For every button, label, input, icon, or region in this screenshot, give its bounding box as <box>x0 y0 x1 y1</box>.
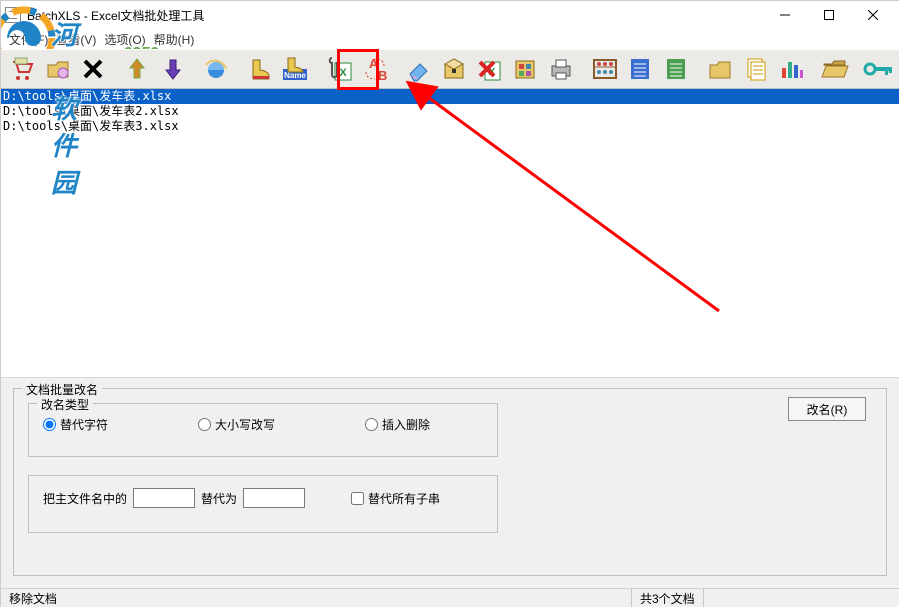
package-icon[interactable] <box>437 52 471 86</box>
radio-case[interactable]: 大小写改写 <box>198 416 275 433</box>
status-left: 移除文档 <box>1 589 632 607</box>
window-title: BatchXLS - Excel文档批处理工具 <box>27 7 204 24</box>
open-folder-icon[interactable] <box>41 52 75 86</box>
sheets-icon[interactable] <box>738 52 772 86</box>
replace-all-input[interactable] <box>351 492 364 505</box>
list-item[interactable]: D:\tools\桌面\发车表.xlsx <box>1 89 899 104</box>
ie-icon[interactable] <box>199 52 233 86</box>
replace-prefix-label: 把主文件名中的 <box>43 490 127 507</box>
close-button[interactable] <box>851 1 895 29</box>
radio-replace-input[interactable] <box>43 418 56 431</box>
attach-excel-icon[interactable]: X <box>322 52 356 86</box>
key-icon[interactable] <box>861 52 895 86</box>
rename-button[interactable]: 改名(R) <box>788 397 866 421</box>
menu-options[interactable]: 选项(O) <box>102 31 147 48</box>
replace-all-checkbox[interactable]: 替代所有子串 <box>351 490 440 507</box>
eraser-icon[interactable] <box>401 52 435 86</box>
radio-insert-input[interactable] <box>365 418 378 431</box>
status-right: 共3个文档 <box>632 589 704 607</box>
replace-from-input[interactable] <box>133 488 195 508</box>
radio-replace[interactable]: 替代字符 <box>43 416 108 433</box>
menu-file[interactable]: 文件(F) <box>7 31 50 48</box>
app-window: BatchXLS - Excel文档批处理工具 文件(F) 查看(V) 选项(O… <box>0 0 899 607</box>
close-icon[interactable] <box>77 52 111 86</box>
list-item[interactable]: D:\tools\桌面\发车表2.xlsx <box>1 104 899 119</box>
printer-icon[interactable] <box>544 52 578 86</box>
title-bar: BatchXLS - Excel文档批处理工具 <box>1 1 899 29</box>
toolbar: Name X AB X <box>1 49 899 89</box>
arrow-up-icon[interactable] <box>120 52 154 86</box>
menu-help[interactable]: 帮助(H) <box>152 31 197 48</box>
cart-icon[interactable] <box>5 52 39 86</box>
chart-icon[interactable] <box>774 52 808 86</box>
arrow-down-icon[interactable] <box>156 52 190 86</box>
radio-case-input[interactable] <box>198 418 211 431</box>
list-item[interactable]: D:\tools\桌面\发车表3.xlsx <box>1 119 899 134</box>
delete-red-icon[interactable]: X <box>473 52 507 86</box>
type-group-title: 改名类型 <box>37 396 93 413</box>
list-green-icon[interactable] <box>659 52 693 86</box>
replace-to-input[interactable] <box>243 488 305 508</box>
folder-icon[interactable] <box>703 52 737 86</box>
menu-view[interactable]: 查看(V) <box>54 31 98 48</box>
maximize-button[interactable] <box>807 1 851 29</box>
workbook-icon[interactable] <box>508 52 542 86</box>
status-bar: 移除文档 共3个文档 <box>1 588 899 607</box>
boot-icon[interactable] <box>243 52 277 86</box>
folder-open-icon[interactable] <box>818 52 852 86</box>
abacus-icon[interactable] <box>588 52 622 86</box>
list-blue-icon[interactable] <box>623 52 657 86</box>
replace-mid-label: 替代为 <box>201 490 237 507</box>
replace-group: 把主文件名中的 替代为 替代所有子串 <box>28 475 498 533</box>
menu-bar: 文件(F) 查看(V) 选项(O) 帮助(H) <box>1 29 899 49</box>
svg-text:B: B <box>378 68 387 83</box>
ab-replace-icon[interactable]: AB <box>358 52 392 86</box>
app-icon <box>5 7 21 23</box>
rename-panel: 文档批量改名 改名(R) 改名类型 替代字符 大小写改写 插入删除 <box>1 377 899 589</box>
minimize-button[interactable] <box>763 1 807 29</box>
file-list[interactable]: D:\tools\桌面\发车表.xlsx D:\tools\桌面\发车表2.xl… <box>1 89 899 378</box>
batch-rename-group: 文档批量改名 改名(R) 改名类型 替代字符 大小写改写 插入删除 <box>13 388 887 576</box>
radio-insert[interactable]: 插入删除 <box>365 416 430 433</box>
svg-text:X: X <box>339 67 347 79</box>
rename-icon[interactable]: Name <box>278 52 312 86</box>
rename-type-group: 改名类型 替代字符 大小写改写 插入删除 <box>28 403 498 457</box>
